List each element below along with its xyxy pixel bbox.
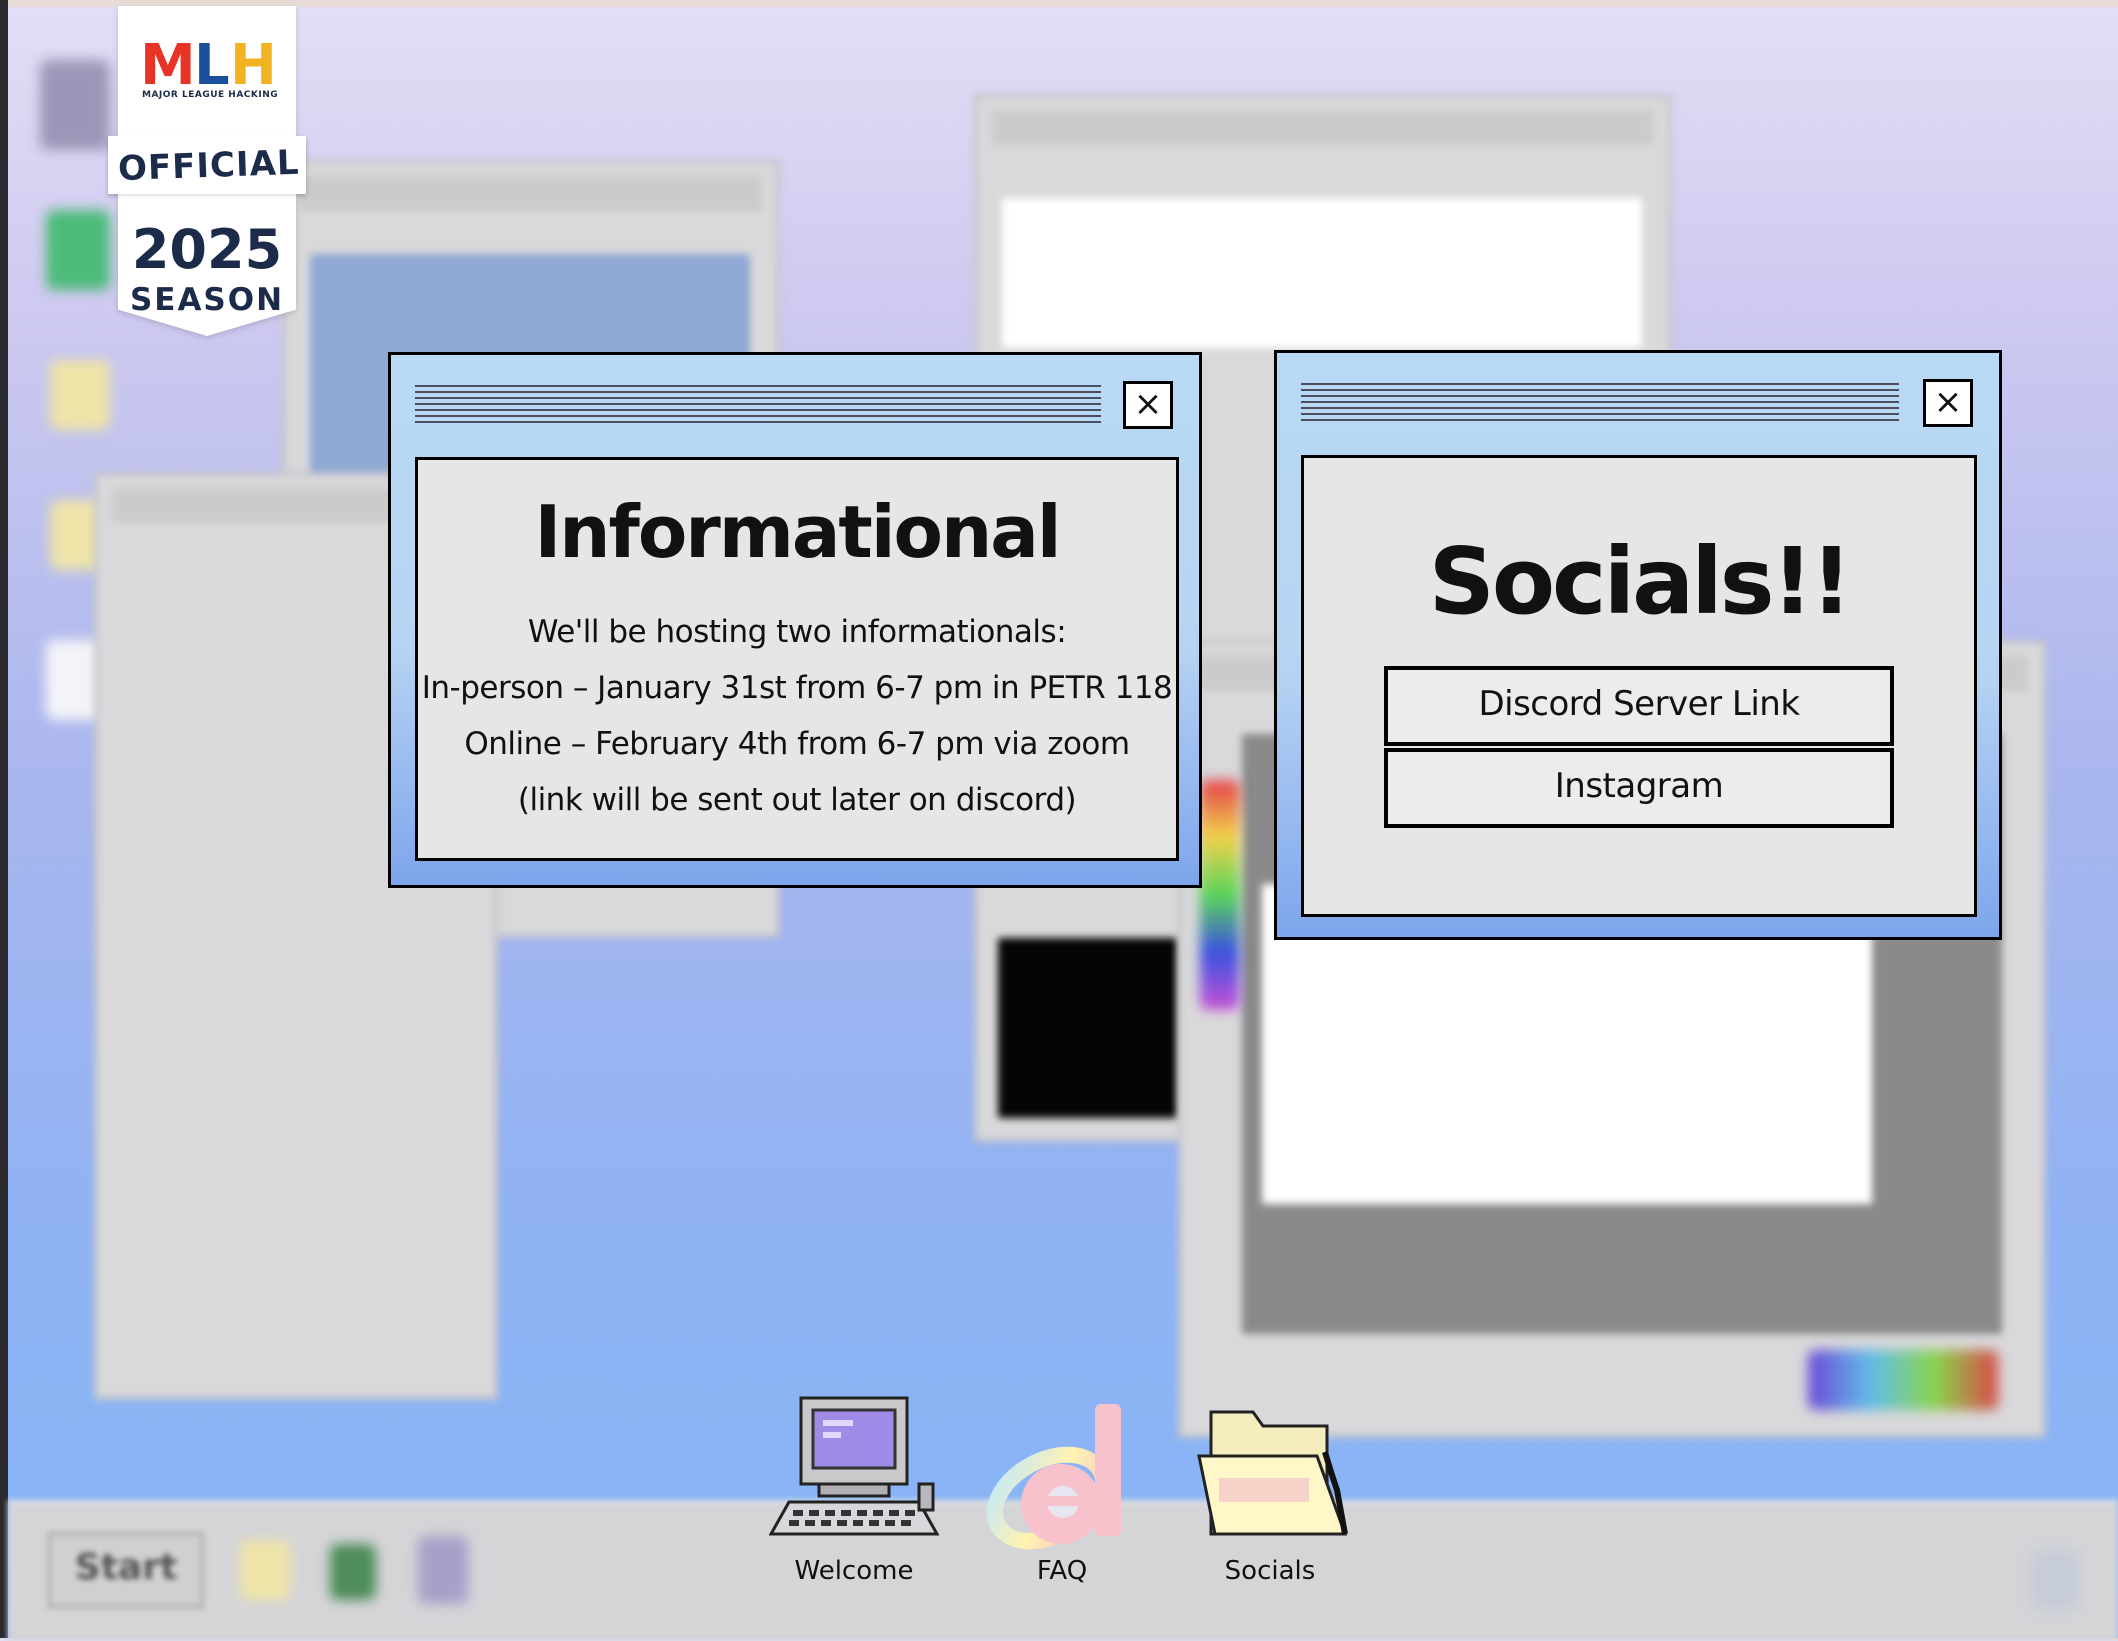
faq-desktop-icon[interactable]: FAQ (962, 1392, 1162, 1586)
taskbar-app-icon[interactable] (418, 1536, 468, 1604)
mlh-season-badge[interactable]: M L H MAJOR LEAGUE HACKING OFFICIAL 2025… (108, 6, 306, 356)
top-edge (0, 0, 2118, 7)
close-icon[interactable]: × (1923, 379, 1973, 427)
badge-official: OFFICIAL (117, 142, 301, 190)
welcome-desktop-icon[interactable]: Welcome (754, 1392, 954, 1586)
socials-window: × Socials!! Discord Server Link Instagra… (1274, 350, 2002, 940)
taskbar-globe-icon[interactable] (330, 1544, 376, 1600)
close-icon[interactable]: × (1123, 381, 1173, 429)
computer-icon (768, 1392, 940, 1552)
folder-icon (1185, 1392, 1355, 1552)
faq-label: FAQ (1036, 1556, 1088, 1586)
title-bar[interactable] (415, 385, 1101, 427)
blurred-color-palette (1808, 1350, 1998, 1410)
recycle-bin-icon[interactable] (2030, 1550, 2080, 1610)
blurred-desktop-icon (46, 210, 110, 290)
internet-explorer-icon (977, 1392, 1147, 1552)
blurred-color-palette (1200, 780, 1240, 1010)
informational-panel: Informational We'll be hosting two infor… (415, 457, 1179, 861)
informational-line: We'll be hosting two informationals: (527, 614, 1067, 650)
taskbar-folder-icon[interactable] (240, 1540, 290, 1600)
instagram-button[interactable]: Instagram (1384, 748, 1894, 828)
informational-line: Online – February 4th from 6-7 pm via zo… (464, 726, 1130, 762)
discord-server-link-button[interactable]: Discord Server Link (1384, 666, 1894, 746)
informational-line: In-person – January 31st from 6-7 pm in … (421, 670, 1173, 706)
mlh-logo-l: L (194, 33, 230, 98)
informational-window: × Informational We'll be hosting two inf… (388, 352, 1202, 888)
welcome-label: Welcome (794, 1556, 914, 1586)
start-button[interactable]: Start (48, 1532, 204, 1608)
blurred-desktop-icon (40, 60, 110, 150)
blurred-desktop-icon (50, 360, 110, 430)
mlh-logo-h: H (230, 33, 277, 98)
left-edge (0, 0, 8, 1638)
socials-label: Socials (1224, 1556, 1316, 1586)
badge-season: SEASON (129, 282, 285, 318)
socials-panel: Socials!! Discord Server Link Instagram (1301, 455, 1977, 917)
mlh-logo-m: M (140, 33, 196, 98)
informational-title: Informational (534, 490, 1061, 574)
badge-year: 2025 (131, 218, 283, 281)
socials-desktop-icon[interactable]: Socials (1170, 1392, 1370, 1586)
informational-line: (link will be sent out later on discord) (517, 782, 1077, 818)
title-bar[interactable] (1301, 383, 1899, 425)
mlh-subtitle: MAJOR LEAGUE HACKING (142, 90, 279, 100)
socials-title: Socials!! (1428, 528, 1853, 635)
